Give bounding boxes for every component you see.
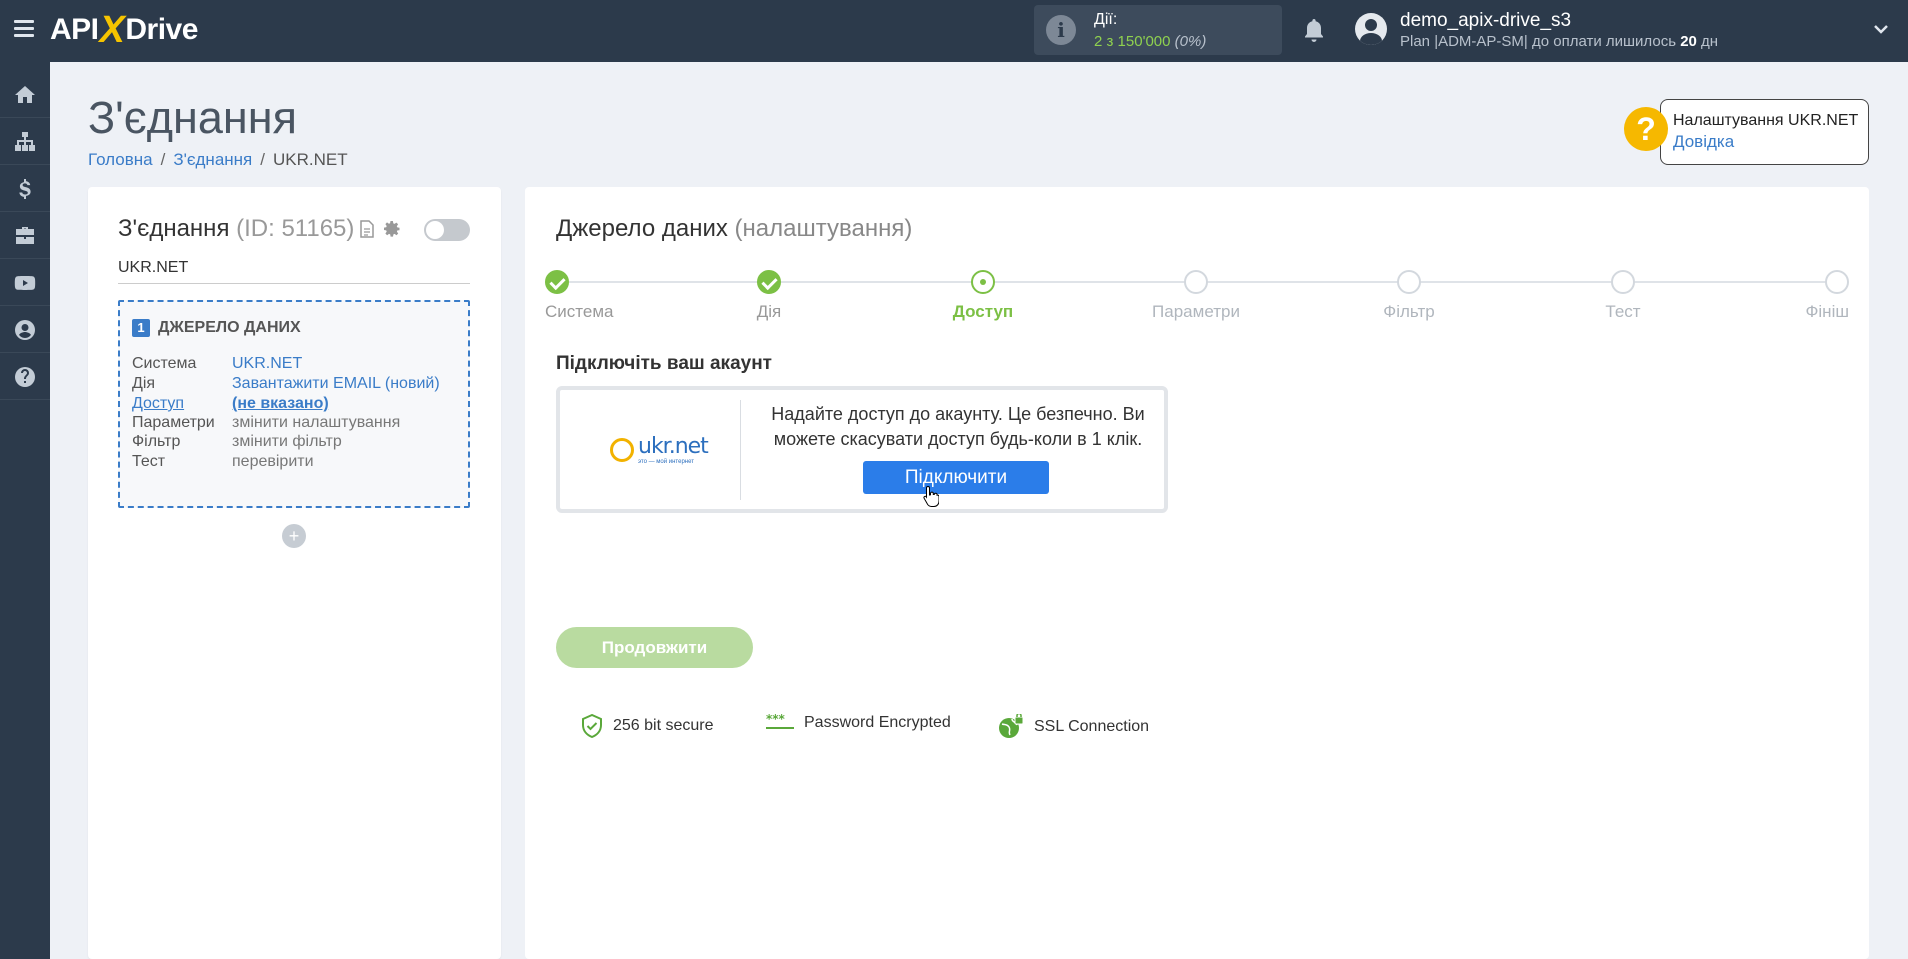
help-link[interactable]: Довідка bbox=[1673, 132, 1734, 152]
continue-button[interactable]: Продовжити bbox=[556, 627, 753, 668]
actions-counter[interactable]: i Дії: 2 з 150'000 (0%) bbox=[1034, 5, 1282, 55]
help-box[interactable]: Налаштування UKR.NET Довідка bbox=[1660, 99, 1869, 165]
home-icon bbox=[15, 85, 35, 103]
plan-info: Plan |ADM-AP-SM| до оплати лишилось 20 д… bbox=[1400, 33, 1719, 50]
sidebar-item-help[interactable] bbox=[0, 354, 50, 400]
actions-title: Дії: bbox=[1094, 11, 1118, 28]
globe-lock-icon bbox=[999, 714, 1024, 738]
user-name[interactable]: demo_apix-drive_s3 bbox=[1400, 10, 1571, 32]
step-action[interactable]: Дія bbox=[689, 270, 849, 322]
dollar-icon bbox=[19, 178, 31, 199]
source-row-test: Тест перевірити bbox=[132, 453, 314, 470]
sidebar-item-home[interactable] bbox=[0, 72, 50, 118]
connection-card: З'єднання (ID: 51165) UKR.NET 1 ДЖЕРЕЛО … bbox=[88, 187, 501, 959]
sidebar-item-connections[interactable] bbox=[0, 119, 50, 165]
page-title: З'єднання bbox=[88, 92, 297, 143]
top-bar: API X Drive i Дії: 2 з 150'000 (0%) demo_a… bbox=[0, 0, 1908, 62]
connection-toggle[interactable] bbox=[424, 219, 470, 241]
source-params-link[interactable]: змінити налаштування bbox=[232, 414, 400, 431]
breadcrumb: Головна / З'єднання / UKR.NET bbox=[88, 150, 348, 169]
source-title: ДЖЕРЕЛО ДАНИХ bbox=[158, 319, 301, 336]
step-test: Тест bbox=[1543, 270, 1703, 322]
security-256bit: 256 bit secure bbox=[581, 714, 714, 738]
document-icon[interactable] bbox=[360, 220, 374, 238]
question-icon[interactable]: ? bbox=[1624, 107, 1668, 151]
security-ssl: SSL Connection bbox=[998, 714, 1149, 740]
actions-count: 2 з 150'000 (0%) bbox=[1094, 33, 1207, 50]
breadcrumb-home[interactable]: Головна bbox=[88, 150, 153, 169]
sidebar-item-tools[interactable] bbox=[0, 213, 50, 259]
step-check-icon bbox=[545, 270, 569, 294]
info-icon: i bbox=[1046, 15, 1076, 45]
help-title: Налаштування UKR.NET bbox=[1673, 112, 1859, 129]
step-check-icon bbox=[757, 270, 781, 294]
step-active-icon bbox=[971, 270, 995, 294]
source-system-link[interactable]: UKR.NET bbox=[232, 355, 302, 372]
source-row-system: Система UKR.NET bbox=[132, 355, 303, 372]
source-number-badge: 1 bbox=[132, 319, 150, 337]
step-system[interactable]: Система bbox=[545, 270, 705, 322]
sitemap-icon bbox=[15, 131, 35, 151]
security-password: *** Password Encrypted bbox=[766, 714, 951, 731]
step-params: Параметри bbox=[1116, 270, 1276, 322]
youtube-icon bbox=[14, 275, 36, 290]
breadcrumb-connections[interactable]: З'єднання bbox=[173, 150, 252, 169]
connect-button[interactable]: Підключити bbox=[863, 461, 1049, 494]
user-icon bbox=[15, 319, 35, 340]
briefcase-icon bbox=[16, 226, 34, 244]
source-row-action: Дія Завантажити EMAIL (новий) bbox=[132, 375, 440, 392]
step-finish: Фініш bbox=[1689, 270, 1849, 322]
help-icon bbox=[15, 366, 35, 387]
password-icon: *** bbox=[766, 714, 794, 729]
source-test-link[interactable]: перевірити bbox=[232, 453, 314, 470]
breadcrumb-current: UKR.NET bbox=[273, 150, 348, 169]
add-block-button[interactable]: + bbox=[282, 524, 306, 548]
source-box[interactable]: 1 ДЖЕРЕЛО ДАНИХ Система UKR.NET Дія Завант… bbox=[118, 300, 470, 508]
bell-icon[interactable] bbox=[1302, 17, 1326, 43]
source-filter-link[interactable]: змінити фільтр bbox=[232, 433, 342, 450]
connect-account-title: Підключіть ваш акаунт bbox=[556, 353, 772, 374]
ukrnet-logo: ukr.net это — мой интернет bbox=[610, 434, 709, 468]
source-row-access: Доступ (не вказано) bbox=[132, 395, 329, 412]
chevron-down-icon[interactable] bbox=[1874, 22, 1888, 36]
auth-description: Надайте доступ до акаунту. Це безпечно. … bbox=[771, 404, 1145, 449]
gear-icon[interactable] bbox=[382, 219, 402, 239]
source-action-link[interactable]: Завантажити EMAIL (новий) bbox=[232, 375, 440, 392]
auth-box: ukr.net это — мой интернет Надайте досту… bbox=[556, 386, 1168, 513]
main-card: Джерело даних (налаштування) Система Дія… bbox=[525, 187, 1869, 959]
source-access-link[interactable]: (не вказано) bbox=[232, 395, 329, 412]
menu-icon[interactable] bbox=[14, 20, 34, 38]
source-row-filter: Фільтр змінити фільтр bbox=[132, 433, 342, 450]
sidebar-item-video[interactable] bbox=[0, 260, 50, 306]
main-title: Джерело даних (налаштування) bbox=[556, 215, 913, 242]
logo[interactable]: API X Drive bbox=[50, 9, 198, 51]
hand-cursor-icon bbox=[923, 485, 939, 507]
step-filter: Фільтр bbox=[1329, 270, 1489, 322]
svg-text:***: *** bbox=[766, 714, 786, 726]
sidebar-item-account[interactable] bbox=[0, 307, 50, 353]
sidebar bbox=[0, 62, 50, 959]
avatar[interactable] bbox=[1355, 13, 1387, 45]
sidebar-item-billing[interactable] bbox=[0, 166, 50, 212]
step-access[interactable]: Доступ bbox=[903, 270, 1063, 322]
source-row-params: Параметри змінити налаштування bbox=[132, 414, 401, 431]
connection-name[interactable]: UKR.NET bbox=[118, 259, 470, 284]
shield-check-icon bbox=[582, 714, 602, 738]
connection-title: З'єднання (ID: 51165) bbox=[118, 215, 355, 242]
